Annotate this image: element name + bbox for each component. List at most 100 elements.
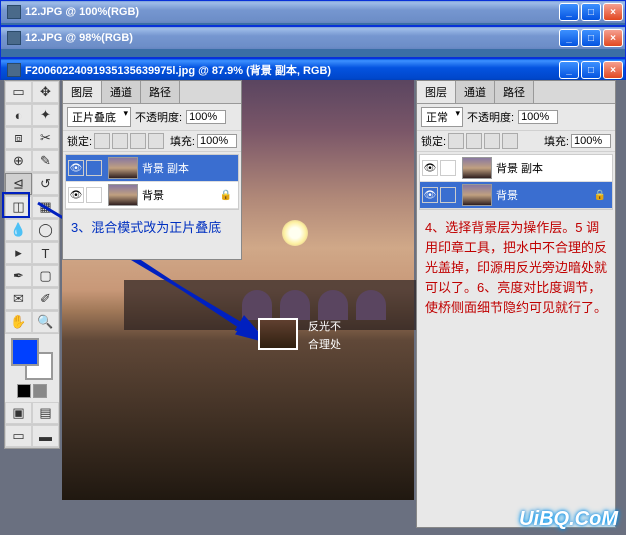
opacity-input[interactable]: 100% [518, 110, 558, 124]
eyedropper-tool[interactable]: ✐ [32, 288, 59, 310]
toolbox: ▭✥ ◐✦ ⧈✂ ⊕✎ ⊴↺ ◫▦ 💧◯ ▸T ✒▢ ✉✐ ✋🔍 ▣▤ ▭▬ [4, 80, 60, 449]
swap-colors[interactable] [33, 384, 47, 398]
brush-tool[interactable]: ✎ [32, 150, 59, 172]
minimize-button[interactable]: _ [559, 61, 579, 79]
color-picker [5, 334, 59, 402]
blend-mode-dropdown[interactable]: 正常 [421, 107, 463, 127]
blur-tool[interactable]: 💧 [5, 219, 32, 241]
minimize-button[interactable]: _ [559, 3, 579, 21]
app-icon [7, 31, 21, 45]
maximize-button[interactable]: □ [581, 3, 601, 21]
maximize-button[interactable]: □ [581, 29, 601, 47]
hand-tool[interactable]: ✋ [5, 311, 32, 333]
layer-bg[interactable]: 👁 背景 🔒 [66, 182, 238, 209]
annotation-box [258, 318, 298, 350]
lock-position[interactable] [484, 133, 500, 149]
layer-bg-copy[interactable]: 👁 背景 副本 [420, 155, 612, 182]
instruction-right: 4、选择背景层为操作层。5 调用印章工具，把水中不合理的反光盖掉，印源用反光旁边… [417, 212, 615, 324]
layers-panel-left: 图层 通道 路径 正片叠底 不透明度: 100% 锁定: 填充: 100% 👁 … [62, 80, 242, 260]
layer-bg-copy[interactable]: 👁 背景 副本 [66, 155, 238, 182]
lock-fill-row: 锁定: 填充: 100% [63, 131, 241, 152]
type-tool[interactable]: T [32, 242, 59, 264]
default-colors[interactable] [17, 384, 31, 398]
close-button[interactable]: × [603, 29, 623, 47]
layer-thumbnail[interactable] [462, 157, 492, 179]
titlebar-2[interactable]: 12.JPG @ 98%(RGB) _ □ × [1, 27, 625, 49]
crop-tool[interactable]: ⧈ [5, 127, 32, 149]
heal-tool[interactable]: ⊕ [5, 150, 32, 172]
visibility-icon[interactable]: 👁 [68, 160, 84, 176]
link-icon[interactable] [86, 160, 102, 176]
layer-bg[interactable]: 👁 背景 🔒 [420, 182, 612, 209]
close-button[interactable]: × [603, 61, 623, 79]
quickmask-on[interactable]: ▤ [32, 402, 59, 424]
lock-transparency[interactable] [448, 133, 464, 149]
gradient-tool[interactable]: ▦ [32, 196, 59, 218]
layers-panel-right: 图层 通道 路径 正常 不透明度: 100% 锁定: 填充: 100% 👁 背景… [416, 80, 616, 528]
lock-icon: 🔒 [594, 190, 606, 201]
lasso-tool[interactable]: ◐ [5, 104, 32, 126]
fill-input[interactable]: 100% [197, 134, 237, 148]
zoom-tool[interactable]: 🔍 [32, 311, 59, 333]
visibility-icon[interactable]: 👁 [422, 160, 438, 176]
title-1: 12.JPG @ 100%(RGB) [25, 6, 559, 18]
quickmask-off[interactable]: ▣ [5, 402, 32, 424]
window-1: 12.JPG @ 100%(RGB) _ □ × [0, 0, 626, 26]
move-tool[interactable]: ✥ [32, 81, 59, 103]
link-icon[interactable] [86, 187, 102, 203]
eraser-tool[interactable]: ◫ [5, 196, 32, 218]
lock-label: 锁定: [421, 133, 446, 149]
path-tool[interactable]: ▸ [5, 242, 32, 264]
layer-name: 背景 副本 [496, 160, 543, 176]
layer-thumbnail[interactable] [108, 184, 138, 206]
minimize-button[interactable]: _ [559, 29, 579, 47]
notes-tool[interactable]: ✉ [5, 288, 32, 310]
link-icon[interactable] [440, 187, 456, 203]
slice-tool[interactable]: ✂ [32, 127, 59, 149]
titlebar-3[interactable]: F20060224091935135639975l.jpg @ 87.9% (背… [1, 59, 625, 81]
lock-all[interactable] [502, 133, 518, 149]
annotation-line1: 反光不 [308, 318, 341, 336]
lock-pixels[interactable] [466, 133, 482, 149]
lock-icon: 🔒 [220, 190, 232, 201]
opacity-input[interactable]: 100% [186, 110, 226, 124]
blend-mode-dropdown[interactable]: 正片叠底 [67, 107, 131, 127]
lock-transparency[interactable] [94, 133, 110, 149]
layer-list: 👁 背景 副本 👁 背景 🔒 [419, 154, 613, 210]
tab-channels[interactable]: 通道 [102, 81, 141, 103]
lock-pixels[interactable] [112, 133, 128, 149]
tab-layers[interactable]: 图层 [63, 81, 102, 103]
wand-tool[interactable]: ✦ [32, 104, 59, 126]
arch-graphic [318, 290, 348, 320]
tab-paths[interactable]: 路径 [141, 81, 180, 103]
opacity-label: 不透明度: [135, 109, 182, 125]
tab-layers[interactable]: 图层 [417, 81, 456, 103]
annotation-line2: 合理处 [308, 336, 341, 354]
visibility-icon[interactable]: 👁 [68, 187, 84, 203]
layer-thumbnail[interactable] [462, 184, 492, 206]
link-icon[interactable] [440, 160, 456, 176]
tab-channels[interactable]: 通道 [456, 81, 495, 103]
panel-tabs: 图层 通道 路径 [63, 81, 241, 104]
layer-thumbnail[interactable] [108, 157, 138, 179]
titlebar-1[interactable]: 12.JPG @ 100%(RGB) _ □ × [1, 1, 625, 23]
shape-tool[interactable]: ▢ [32, 265, 59, 287]
dodge-tool[interactable]: ◯ [32, 219, 59, 241]
maximize-button[interactable]: □ [581, 61, 601, 79]
close-button[interactable]: × [603, 3, 623, 21]
stamp-tool[interactable]: ⊴ [5, 173, 32, 195]
fill-input[interactable]: 100% [571, 134, 611, 148]
tab-paths[interactable]: 路径 [495, 81, 534, 103]
history-brush-tool[interactable]: ↺ [32, 173, 59, 195]
pen-tool[interactable]: ✒ [5, 265, 32, 287]
visibility-icon[interactable]: 👁 [422, 187, 438, 203]
arch-graphic [356, 290, 386, 320]
lock-position[interactable] [130, 133, 146, 149]
watermark: UiBQ.CoM [519, 508, 618, 531]
window-controls: _ □ × [559, 3, 623, 21]
marquee-tool[interactable]: ▭ [5, 81, 32, 103]
screen-mode-2[interactable]: ▬ [32, 425, 59, 447]
lock-all[interactable] [148, 133, 164, 149]
screen-mode-1[interactable]: ▭ [5, 425, 32, 447]
foreground-color[interactable] [11, 338, 39, 366]
